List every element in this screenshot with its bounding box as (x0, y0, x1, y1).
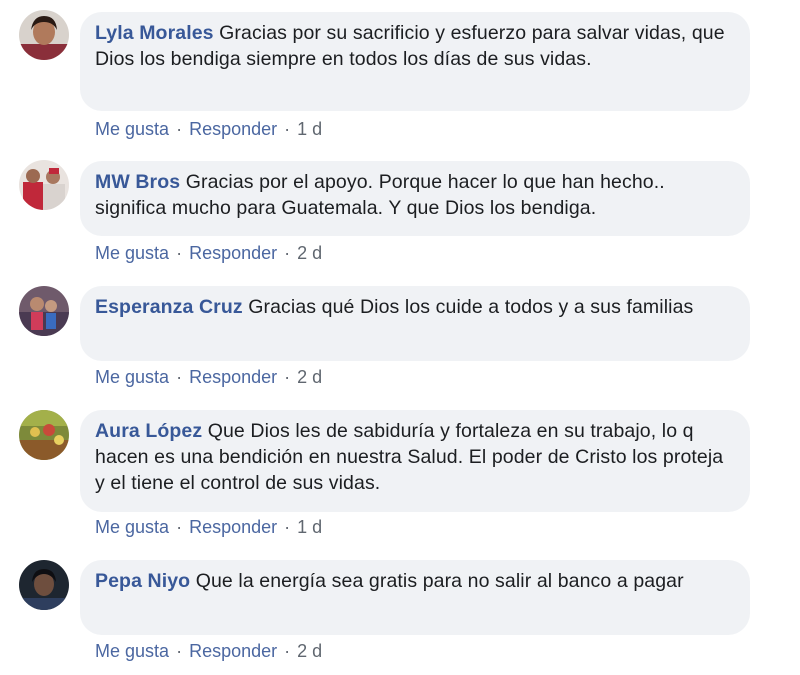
comment-actions: Me gusta · Responder · 1 d (95, 516, 322, 538)
separator: · (284, 367, 291, 387)
comment-timestamp[interactable]: 2 d (297, 367, 322, 387)
comment-timestamp[interactable]: 1 d (297, 517, 322, 537)
avatar[interactable] (19, 410, 69, 460)
comment-text: Gracias qué Dios los cuide a todos y a s… (248, 296, 694, 318)
comment-timestamp[interactable]: 2 d (297, 641, 322, 661)
reply-link[interactable]: Responder (189, 119, 277, 139)
comment-text: Gracias por el apoyo. Porque hacer lo qu… (95, 171, 665, 219)
avatar[interactable] (19, 10, 69, 60)
separator: · (176, 367, 183, 387)
comment-text: Que la energía sea gratis para no salir … (195, 570, 684, 592)
separator: · (176, 641, 183, 661)
comment-author[interactable]: Esperanza Cruz (95, 296, 243, 318)
comment-bubble: Pepa Niyo Que la energía sea gratis para… (80, 560, 750, 635)
comment-actions: Me gusta · Responder · 1 d (95, 118, 322, 140)
comment-actions: Me gusta · Responder · 2 d (95, 366, 322, 388)
comment-author[interactable]: MW Bros (95, 171, 180, 193)
like-link[interactable]: Me gusta (95, 119, 169, 139)
avatar-photo-icon (19, 160, 69, 210)
comment-timestamp[interactable]: 1 d (297, 119, 322, 139)
separator: · (284, 243, 291, 263)
comment-bubble: MW Bros Gracias por el apoyo. Porque hac… (80, 161, 750, 236)
reply-link[interactable]: Responder (189, 641, 277, 661)
avatar[interactable] (19, 160, 69, 210)
like-link[interactable]: Me gusta (95, 243, 169, 263)
reply-link[interactable]: Responder (189, 517, 277, 537)
separator: · (284, 119, 291, 139)
comment-author[interactable]: Lyla Morales (95, 22, 214, 44)
separator: · (176, 243, 183, 263)
comment-bubble: Aura López Que Dios les de sabiduría y f… (80, 410, 750, 512)
like-link[interactable]: Me gusta (95, 517, 169, 537)
avatar-photo-icon (19, 286, 69, 336)
comment-author[interactable]: Pepa Niyo (95, 570, 190, 592)
like-link[interactable]: Me gusta (95, 367, 169, 387)
avatar[interactable] (19, 560, 69, 610)
comment-list: Lyla Morales Gracias por su sacrificio y… (0, 0, 800, 675)
comment-bubble: Lyla Morales Gracias por su sacrificio y… (80, 12, 750, 111)
separator: · (284, 517, 291, 537)
comment-author[interactable]: Aura López (95, 420, 202, 442)
comment-actions: Me gusta · Responder · 2 d (95, 640, 322, 662)
avatar-photo-icon (19, 410, 69, 460)
reply-link[interactable]: Responder (189, 367, 277, 387)
comment-actions: Me gusta · Responder · 2 d (95, 242, 322, 264)
comment-timestamp[interactable]: 2 d (297, 243, 322, 263)
like-link[interactable]: Me gusta (95, 641, 169, 661)
reply-link[interactable]: Responder (189, 243, 277, 263)
separator: · (176, 119, 183, 139)
separator: · (176, 517, 183, 537)
avatar[interactable] (19, 286, 69, 336)
comment-bubble: Esperanza Cruz Gracias qué Dios los cuid… (80, 286, 750, 361)
avatar-photo-icon (19, 10, 69, 60)
separator: · (284, 641, 291, 661)
avatar-photo-icon (19, 560, 69, 610)
